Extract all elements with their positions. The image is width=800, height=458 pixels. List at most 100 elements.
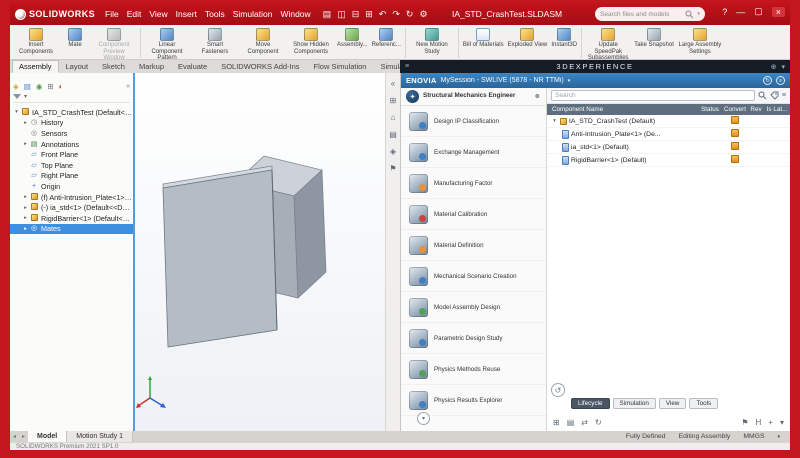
plate-front-face[interactable] [162, 169, 278, 348]
tree-filter-row[interactable]: ▾ [13, 93, 130, 103]
collapse-pane-icon[interactable]: « [126, 83, 130, 90]
app-mechanical-scenario-creation[interactable]: Mechanical Scenario Creation [401, 261, 546, 292]
tree-item-annotations[interactable]: ▸ ▤ Annotations [10, 139, 133, 150]
menu-icon[interactable]: ≡ [405, 63, 409, 70]
menu-simulation[interactable]: Simulation [229, 9, 277, 19]
graphics-viewport[interactable] [135, 73, 385, 431]
expand-icon[interactable]: ▸ [22, 120, 29, 126]
component-row-rigidbarrier[interactable]: RigidBarrier<1> (Default) [547, 154, 790, 167]
search-dropdown-icon[interactable]: ▾ [697, 11, 700, 17]
bill-of-materials-button[interactable]: Bill of Materials [461, 27, 506, 50]
dimxpertmanager-icon[interactable]: ⊞ [47, 82, 53, 91]
open-document-icon[interactable]: ◫ [337, 9, 346, 20]
expand-icon[interactable]: ▸ [22, 215, 29, 221]
tab-lifecycle[interactable]: Lifecycle [571, 398, 610, 409]
app-manufacturing-factor[interactable]: Manufacturing Factor [401, 168, 546, 199]
sync-status-button[interactable]: ↺ [551, 383, 565, 397]
expand-icon[interactable]: ▸ [22, 226, 29, 232]
tab-scroll-right-icon[interactable]: ▸ [19, 431, 28, 442]
tab-view[interactable]: View [658, 398, 687, 409]
menu-file[interactable]: File [101, 9, 123, 19]
scroll-more-apps-button[interactable]: ▾ [417, 412, 430, 425]
cad-model[interactable] [135, 73, 385, 431]
file-explorer-icon[interactable]: ◈ [390, 147, 396, 156]
update-speedpak-button[interactable]: Update SpeedPak Subassemblies [584, 27, 632, 63]
file-search[interactable]: ▾ [595, 7, 705, 21]
search-input[interactable] [600, 10, 683, 18]
tree-item-mates[interactable]: ▸ ◎ Mates [10, 223, 133, 235]
column-status[interactable]: Status [698, 106, 722, 113]
expand-icon[interactable]: ▸ [22, 141, 29, 147]
column-convert[interactable]: Convert [722, 106, 748, 113]
print-icon[interactable]: ⊞ [365, 9, 373, 20]
tree-item-anti-intrusion-plate[interactable]: ▸ (f) Anti-Intrusion_Plate<1> (Defaul... [10, 192, 133, 203]
tab-flow-simulation[interactable]: Flow Simulation [307, 60, 374, 73]
session-menu-icon[interactable]: ≡ [776, 76, 785, 85]
expand-icon[interactable]: ▾ [13, 109, 20, 115]
new-folder-icon[interactable]: ⊞ [553, 418, 560, 427]
app-physics-methods-reuse[interactable]: Physics Methods Reuse [401, 354, 546, 385]
expand-icon[interactable]: ▾ [551, 118, 558, 124]
tab-assembly[interactable]: Assembly [12, 60, 59, 73]
app-material-definition[interactable]: Material Definition [401, 230, 546, 261]
help-icon[interactable]: ? [722, 7, 727, 17]
exploded-view-button[interactable]: Exploded View [506, 27, 550, 50]
expand-icon[interactable]: ▸ [22, 194, 29, 200]
move-component-button[interactable]: Move Component [239, 27, 287, 56]
insert-components-button[interactable]: Insert Components [12, 27, 60, 56]
menu-insert[interactable]: Insert [172, 9, 201, 19]
design-library-icon[interactable]: ▤ [389, 130, 397, 139]
mate-button[interactable]: Mate [60, 27, 90, 50]
component-search-input[interactable] [551, 90, 755, 101]
tab-simulation-panel[interactable]: Simulation [612, 398, 656, 409]
appearances-icon[interactable]: ⚑ [389, 164, 396, 173]
collapse-taskpane-icon[interactable]: « [391, 79, 395, 88]
assembly-features-button[interactable]: Assembly... [335, 27, 370, 50]
component-row-root[interactable]: ▾ IA_STD_CrashTest (Default) [547, 115, 790, 128]
tab-tools[interactable]: Tools [689, 398, 719, 409]
compass-icon[interactable]: ✦ [406, 90, 419, 103]
expand-icon[interactable]: ▸ [22, 205, 29, 211]
large-assembly-settings-button[interactable]: Large Assembly Settings [676, 27, 724, 56]
tab-evaluate[interactable]: Evaluate [171, 60, 214, 73]
tab-motion-study-1[interactable]: Motion Study 1 [67, 431, 133, 442]
save-icon[interactable]: ⊟ [352, 9, 360, 20]
menu-edit[interactable]: Edit [123, 9, 146, 19]
add-icon[interactable]: + [768, 418, 773, 427]
new-motion-study-button[interactable]: New Motion Study [408, 27, 456, 56]
flag-icon[interactable]: ⚑ [741, 418, 748, 427]
configurationmanager-icon[interactable]: ◉ [36, 82, 43, 91]
tab-scroll-left-icon[interactable]: ◂ [10, 431, 19, 442]
units-dropdown-icon[interactable]: ▾ [777, 434, 780, 440]
tab-model[interactable]: Model [28, 431, 68, 442]
propertymanager-icon[interactable]: ▤ [24, 82, 31, 91]
collapse-panel-icon[interactable]: ▾ [781, 63, 785, 71]
show-hidden-components-button[interactable]: Show Hidden Components [287, 27, 335, 56]
list-options-icon[interactable]: ≡ [782, 92, 786, 99]
refresh-session-icon[interactable]: ↻ [763, 76, 772, 85]
app-design-ip-classification[interactable]: Design IP Classification [401, 106, 546, 137]
menu-view[interactable]: View [145, 9, 171, 19]
tree-item-history[interactable]: ▸ ◷ History [10, 118, 133, 129]
fit-width-icon[interactable]: H [756, 418, 762, 427]
featuremanager-tree-icon[interactable]: ◈ [13, 82, 19, 91]
list-view-icon[interactable]: ▤ [567, 418, 575, 427]
tree-item-assembly-root[interactable]: ▾ IA_STD_CrashTest (Default<Display [10, 107, 133, 118]
session-dropdown-icon[interactable]: ▾ [568, 78, 571, 84]
component-row-ia-std[interactable]: ia_std<1> (Default) [547, 141, 790, 154]
app-exchange-management[interactable]: Exchange Management [401, 137, 546, 168]
undo-icon[interactable]: ↶ [379, 9, 387, 20]
user-icon[interactable]: ☻ [534, 93, 541, 100]
menu-tools[interactable]: Tools [201, 9, 229, 19]
app-model-assembly-design[interactable]: Model Assembly Design [401, 292, 546, 323]
tab-sketch[interactable]: Sketch [95, 60, 132, 73]
swap-icon[interactable]: ⇄ [581, 418, 588, 427]
tree-item-right-plane[interactable]: ▱ Right Plane [10, 171, 133, 182]
tree-item-origin[interactable]: + Origin [10, 181, 133, 192]
reference-geometry-button[interactable]: Referenc... [370, 27, 403, 50]
tree-item-front-plane[interactable]: ▱ Front Plane [10, 149, 133, 160]
tag-icon[interactable] [770, 91, 779, 100]
app-material-calibration[interactable]: Material Calibration [401, 199, 546, 230]
search-icon[interactable] [758, 91, 767, 100]
rebuild-icon[interactable]: ↻ [406, 9, 414, 20]
